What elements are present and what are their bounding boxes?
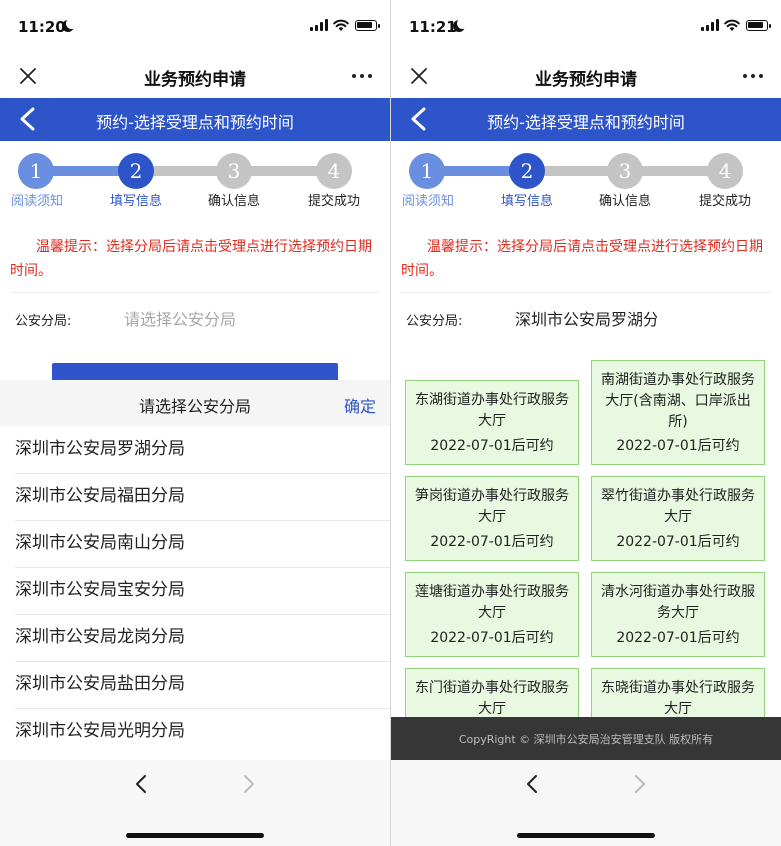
service-point-card[interactable]: 莲塘街道办事处行政服务大厅 2022-07-01后可约 [405, 572, 579, 657]
branch-picker: 请选择公安分局 确定 深圳市公安局罗湖分局 深圳市公安局福田分局 深圳市公安局南… [0, 380, 390, 760]
service-point-card[interactable]: 东湖街道办事处行政服务大厅 2022-07-01后可约 [405, 380, 579, 465]
service-point-card[interactable]: 笋岗街道办事处行政服务大厅 2022-07-01后可约 [405, 476, 579, 561]
moon-icon [453, 18, 468, 32]
step-label-3: 确认信息 [207, 194, 260, 209]
bottom-nav-bar [391, 760, 781, 846]
field-label: 公安分局: [406, 314, 463, 329]
page-title: 业务预约申请 [144, 70, 246, 90]
step-label-3: 确认信息 [598, 194, 651, 209]
step-label-4: 提交成功 [307, 194, 360, 209]
service-point-name: 清水河街道办事处行政服务大厅 [601, 584, 755, 621]
step-label-1: 阅读须知 [10, 194, 63, 209]
status-bar: 11:20 [0, 0, 390, 54]
chevron-right-icon[interactable] [236, 772, 260, 796]
phone-screen-right: 11:21 业务预约申请 预约-选择受理点和预约时间 1 2 3 4 阅读须知 … [391, 0, 781, 846]
picker-title: 请选择公安分局 [138, 397, 251, 416]
available-date: 2022-07-01后可约 [616, 630, 740, 646]
status-time: 11:20 [18, 18, 66, 36]
picker-option[interactable]: 深圳市公安局光明分局 [15, 708, 390, 755]
chevron-left-icon[interactable] [521, 772, 545, 796]
service-point-card[interactable]: 南湖街道办事处行政服务大厅(含南湖、口岸派出所) 2022-07-01后可约 [591, 360, 765, 465]
step-circle-3: 3 [216, 153, 252, 189]
signal-icon [701, 19, 719, 31]
warm-tip: 温馨提示：选择分局后请点击受理点进行选择预约日期时间。 [10, 239, 372, 279]
header-title: 预约-选择受理点和预约时间 [487, 113, 685, 132]
picker-option[interactable]: 深圳市公安局罗湖分局 [15, 426, 390, 473]
picker-option[interactable]: 深圳市公安局龙岗分局 [15, 614, 390, 661]
service-point-card[interactable]: 清水河街道办事处行政服务大厅 2022-07-01后可约 [591, 572, 765, 657]
service-point-name: 东晓街道办事处行政服务大厅 [601, 680, 755, 717]
home-indicator [517, 833, 655, 838]
step-circle-1: 1 [18, 153, 54, 189]
moon-icon [62, 18, 77, 32]
picker-option[interactable]: 深圳市公安局福田分局 [15, 473, 390, 520]
divider [10, 292, 380, 293]
header-title: 预约-选择受理点和预约时间 [96, 113, 294, 132]
phone-screen-left: 11:20 业务预约申请 预约-选择受理点和预约时间 1 2 3 4 阅读须知 … [0, 0, 390, 846]
copyright-text: CopyRight © 深圳市公安局治安管理支队 版权所有 [458, 733, 714, 746]
copyright-footer: CopyRight © 深圳市公安局治安管理支队 版权所有 [391, 717, 781, 760]
field-label: 公安分局: [15, 314, 72, 329]
divider [401, 292, 771, 293]
available-date: 2022-07-01后可约 [616, 438, 740, 454]
step-circle-1: 1 [409, 153, 445, 189]
branch-select[interactable]: 请选择公安分局 [124, 306, 236, 330]
service-point-name: 莲塘街道办事处行政服务大厅 [415, 584, 569, 621]
blue-header: 预约-选择受理点和预约时间 [391, 98, 781, 141]
blue-header: 预约-选择受理点和预约时间 [0, 98, 390, 141]
chevron-left-icon[interactable] [130, 772, 154, 796]
picker-confirm-button[interactable]: 确定 [344, 393, 376, 417]
wifi-icon [724, 19, 740, 31]
wechat-title-bar: 业务预约申请 [0, 54, 390, 98]
service-point-name: 笋岗街道办事处行政服务大厅 [415, 488, 569, 525]
step-circle-2: 2 [118, 153, 154, 189]
progress-steps: 1 2 3 4 阅读须知 填写信息 确认信息 提交成功 [0, 148, 390, 210]
picker-option[interactable]: 深圳市公安局宝安分局 [15, 567, 390, 614]
branch-select[interactable]: 深圳市公安局罗湖分局 [515, 306, 657, 330]
more-icon[interactable] [350, 64, 374, 88]
status-bar: 11:21 [391, 0, 781, 54]
battery-icon [355, 20, 380, 31]
available-date: 2022-07-01后可约 [616, 534, 740, 550]
step-label-2: 填写信息 [109, 194, 162, 209]
step-circle-4: 4 [316, 153, 352, 189]
page-title: 业务预约申请 [535, 70, 637, 90]
available-date: 2022-07-01后可约 [430, 438, 554, 454]
service-point-name: 东湖街道办事处行政服务大厅 [415, 392, 569, 429]
signal-icon [310, 19, 328, 31]
home-indicator [126, 833, 264, 838]
available-date: 2022-07-01后可约 [430, 534, 554, 550]
step-label-4: 提交成功 [698, 194, 751, 209]
service-point-card[interactable]: 翠竹街道办事处行政服务大厅 2022-07-01后可约 [591, 476, 765, 561]
step-circle-4: 4 [707, 153, 743, 189]
picker-option[interactable]: 深圳市公安局南山分局 [15, 520, 390, 567]
warm-tip: 温馨提示：选择分局后请点击受理点进行选择预约日期时间。 [401, 239, 763, 279]
battery-icon [746, 20, 771, 31]
wifi-icon [333, 19, 349, 31]
picker-header: 请选择公安分局 确定 [0, 380, 390, 426]
progress-steps: 1 2 3 4 阅读须知 填写信息 确认信息 提交成功 [391, 148, 781, 210]
status-time: 11:21 [409, 18, 457, 36]
step-circle-2: 2 [509, 153, 545, 189]
chevron-right-icon[interactable] [627, 772, 651, 796]
step-label-2: 填写信息 [500, 194, 553, 209]
picker-option[interactable]: 深圳市公安局盐田分局 [15, 661, 390, 708]
service-point-name: 南湖街道办事处行政服务大厅(含南湖、口岸派出所) [601, 372, 755, 430]
step-circle-3: 3 [607, 153, 643, 189]
step-label-1: 阅读须知 [401, 194, 454, 209]
bottom-nav-bar [0, 760, 390, 846]
available-date: 2022-07-01后可约 [430, 630, 554, 646]
service-point-name: 翠竹街道办事处行政服务大厅 [601, 488, 755, 525]
more-icon[interactable] [741, 64, 765, 88]
service-point-name: 东门街道办事处行政服务大厅 [415, 680, 569, 717]
wechat-title-bar: 业务预约申请 [391, 54, 781, 98]
